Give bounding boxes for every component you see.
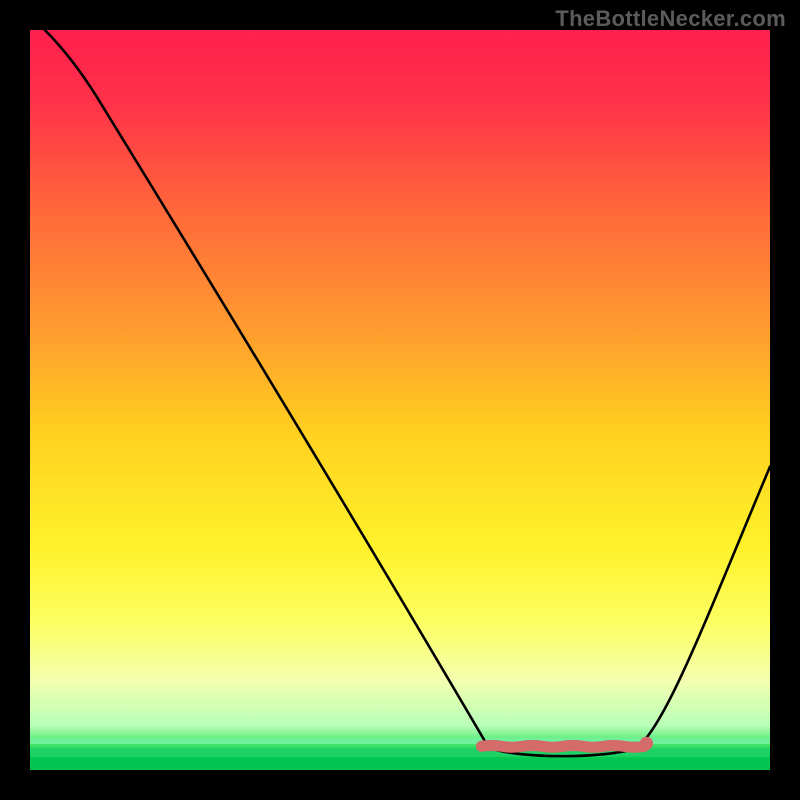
watermark-text: TheBottleNecker.com xyxy=(555,6,786,32)
chart-frame: TheBottleNecker.com xyxy=(0,0,800,800)
plot-area xyxy=(30,30,770,770)
curve xyxy=(30,30,770,770)
